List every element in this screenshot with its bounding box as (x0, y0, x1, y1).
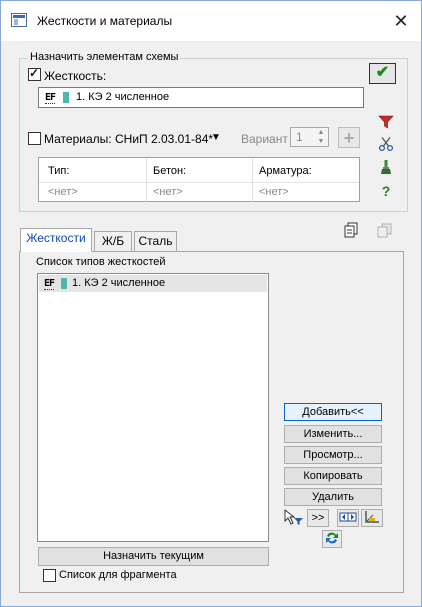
expand-width-icon[interactable] (337, 509, 359, 527)
select-filter-icon[interactable] (284, 509, 303, 527)
stiffness-field[interactable]: EF 1. КЭ 2 численное (38, 87, 364, 108)
materials-label: Материалы: (44, 132, 112, 146)
paste-pages-icon (377, 222, 395, 240)
checkmark-icon: ✔ (375, 64, 390, 81)
chevron-down-icon[interactable]: ▼ (211, 132, 221, 143)
table-divider (39, 182, 359, 183)
tab-steel[interactable]: Сталь (134, 231, 177, 251)
brush-icon[interactable] (377, 159, 395, 177)
forward-button[interactable]: >> (307, 509, 329, 527)
copy-pages-icon[interactable] (344, 222, 362, 240)
spin-up-icon[interactable]: ▲ (314, 128, 328, 137)
stiffness-checkbox[interactable] (28, 66, 41, 81)
add-button[interactable]: Добавить<< (284, 403, 382, 421)
close-button[interactable]: ✕ (381, 7, 421, 35)
fragment-list-label: Список для фрагмента (59, 569, 177, 581)
stiffness-label: Жесткость: (44, 69, 107, 83)
edit-button[interactable]: Изменить... (284, 425, 382, 443)
cell-type-value: <нет> (48, 186, 78, 198)
spin-down-icon[interactable]: ▼ (314, 137, 328, 146)
cell-concrete-value: <нет> (153, 186, 183, 198)
cell-rebar-value: <нет> (259, 186, 289, 198)
column-separator (252, 158, 253, 202)
view-button[interactable]: Просмотр... (284, 446, 382, 464)
materials-checkbox[interactable] (28, 132, 41, 145)
ef-type-icon: EF (45, 92, 56, 104)
stiffness-list-title: Список типов жесткостей (36, 256, 166, 268)
ef-type-icon: EF (44, 278, 55, 290)
column-header-concrete: Бетон: (153, 165, 187, 177)
assign-group-label: Назначить элементам схемы (28, 51, 181, 63)
help-icon[interactable]: ? (377, 182, 395, 200)
axes-icon[interactable] (361, 509, 383, 527)
column-header-type: Тип: (48, 165, 70, 177)
color-swatch (61, 278, 67, 289)
column-header-rebar: Арматура: (259, 165, 312, 177)
assign-current-button[interactable]: Назначить текущим (38, 547, 269, 566)
apply-button[interactable]: ✔ (369, 63, 396, 84)
app-icon (11, 13, 27, 27)
window-title: Жесткости и материалы (37, 14, 173, 28)
tab-stiffness[interactable]: Жесткости (20, 228, 92, 252)
delete-button[interactable]: Удалить (284, 488, 382, 506)
list-item[interactable]: EF 1. КЭ 2 численное (39, 275, 267, 292)
swap-arrows-icon[interactable] (322, 530, 342, 548)
column-separator (146, 158, 147, 202)
add-material-button[interactable]: + (338, 127, 360, 148)
materials-table: Тип: Бетон: Арматура: <нет> <нет> <нет> (38, 157, 360, 202)
title-bar: Жесткости и материалы ✕ (1, 1, 421, 41)
copy-button[interactable]: Копировать (284, 467, 382, 485)
variant-label: Вариант (241, 132, 288, 146)
stiffness-value: 1. КЭ 2 численное (76, 91, 170, 103)
tab-reinforced-concrete[interactable]: Ж/Б (94, 231, 132, 251)
stiffness-list[interactable]: EF 1. КЭ 2 численное (37, 273, 269, 542)
scissors-icon[interactable] (377, 136, 395, 154)
list-item-label: 1. КЭ 2 численное (72, 277, 166, 289)
color-swatch (63, 92, 69, 103)
filter-icon[interactable] (377, 114, 395, 132)
norm-dropdown[interactable]: СНиП 2.03.01-84* (115, 132, 213, 146)
fragment-list-checkbox[interactable] (43, 569, 56, 582)
dialog-window: Жесткости и материалы ✕ Назначить элемен… (0, 0, 422, 607)
